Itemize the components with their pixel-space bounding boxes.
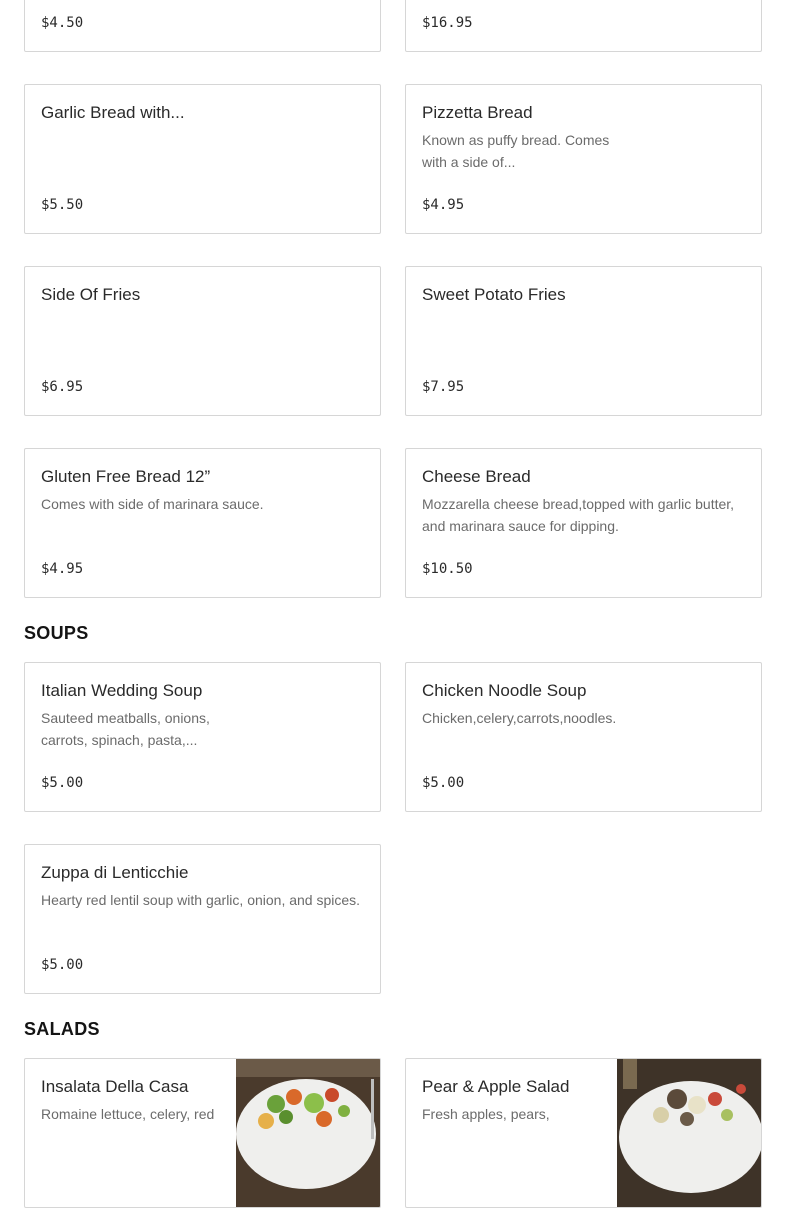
item-name: Zuppa di Lenticchie — [41, 863, 189, 882]
item-description: Sauteed meatballs, onions, carrots, spin… — [41, 710, 210, 748]
item-description: Romaine lettuce, celery, red — [41, 1106, 215, 1122]
section-heading-salads: SALADS — [24, 1019, 100, 1039]
menu-item-card[interactable]: Italian Wedding Soup Sauteed meatballs, … — [24, 662, 381, 812]
item-price: $16.95 — [422, 15, 473, 31]
item-name: Pear & Apple Salad — [422, 1077, 570, 1096]
menu-item-card[interactable]: $16.95 — [405, 0, 762, 52]
menu-item-card[interactable]: Pizzetta Bread Known as puffy bread. Com… — [405, 84, 762, 234]
menu-item-card[interactable]: Chicken Noodle Soup Chicken,celery,carro… — [405, 662, 762, 812]
item-name: Chicken Noodle Soup — [422, 681, 587, 700]
item-price: $5.50 — [41, 197, 84, 213]
section-heading-soups: SOUPS — [24, 623, 89, 643]
item-description: Comes with side of marinara sauce. — [41, 496, 264, 512]
item-description: Chicken,celery,carrots,noodles. — [422, 710, 617, 726]
item-description: Hearty red lentil soup with garlic, onio… — [41, 892, 361, 908]
item-price: $10.50 — [422, 561, 473, 577]
item-name: Sweet Potato Fries — [422, 285, 566, 304]
menu-item-card[interactable]: Zuppa di Lenticchie Hearty red lentil so… — [24, 844, 381, 994]
item-price: $4.95 — [422, 197, 465, 213]
item-price: $5.00 — [41, 775, 84, 791]
item-description: Mozzarella cheese bread,topped with garl… — [422, 496, 735, 534]
item-price: $4.95 — [41, 561, 84, 577]
menu-item-card[interactable]: Gluten Free Bread 12” Comes with side of… — [24, 448, 381, 598]
menu-item-card[interactable]: Garlic Bread with... $5.50 — [24, 84, 381, 234]
salad-photo — [236, 1059, 380, 1207]
item-name: Garlic Bread with... — [41, 103, 185, 122]
item-description: Known as puffy bread. Comes with a side … — [422, 132, 610, 170]
menu-item-card[interactable]: Pear & Apple Salad Fresh apples, pears, — [405, 1058, 762, 1208]
menu-item-card[interactable]: Cheese Bread Mozzarella cheese bread,top… — [405, 448, 762, 598]
menu-item-card[interactable]: Side Of Fries $6.95 — [24, 266, 381, 416]
menu-item-card[interactable]: $4.50 — [24, 0, 381, 52]
salad-photo — [617, 1059, 761, 1207]
menu-item-card[interactable]: Sweet Potato Fries $7.95 — [405, 266, 762, 416]
item-price: $5.00 — [422, 775, 465, 791]
menu-item-card[interactable]: Insalata Della Casa Romaine lettuce, cel… — [24, 1058, 381, 1208]
item-price: $5.00 — [41, 957, 84, 973]
item-name: Side Of Fries — [41, 285, 141, 304]
item-description: Fresh apples, pears, — [422, 1106, 550, 1122]
item-price: $6.95 — [41, 379, 84, 395]
item-name: Gluten Free Bread 12” — [41, 467, 211, 486]
item-name: Pizzetta Bread — [422, 103, 533, 122]
item-price: $7.95 — [422, 379, 465, 395]
item-name: Italian Wedding Soup — [41, 681, 203, 700]
item-name: Insalata Della Casa — [41, 1077, 189, 1096]
item-name: Cheese Bread — [422, 467, 531, 486]
item-price: $4.50 — [41, 15, 84, 31]
